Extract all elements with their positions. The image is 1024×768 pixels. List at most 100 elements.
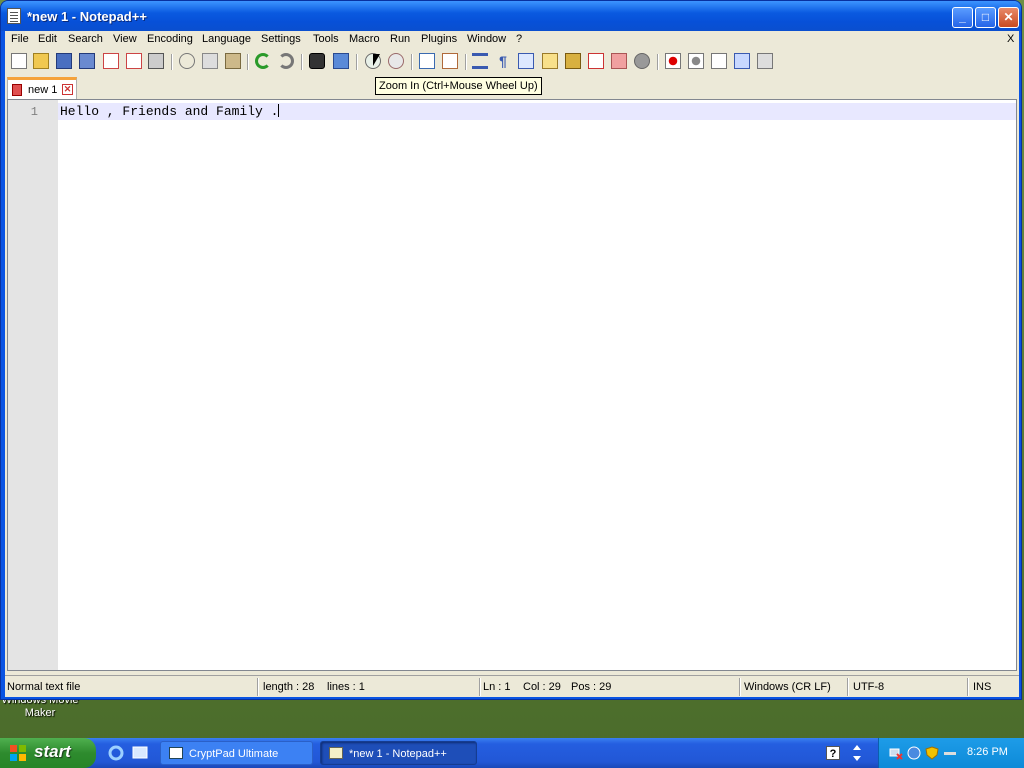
show-desktop-icon[interactable]	[132, 745, 148, 761]
zoom-out-icon[interactable]	[388, 53, 404, 69]
record-macro-icon[interactable]	[665, 53, 681, 69]
menu-tools[interactable]: Tools	[313, 33, 339, 45]
restore-arrows-icon[interactable]	[852, 744, 862, 762]
paste-icon[interactable]	[225, 53, 241, 69]
notepad-app-icon	[329, 747, 343, 759]
status-separator	[257, 678, 259, 696]
notepad-app-icon[interactable]	[7, 8, 21, 24]
menu-language[interactable]: Language	[202, 33, 251, 45]
status-length: length : 28	[263, 681, 315, 693]
minimize-button[interactable]: _	[952, 7, 973, 28]
toolbar-separator	[171, 54, 173, 70]
user-defined-dialog-icon[interactable]	[542, 53, 558, 69]
window-title: *new 1 - Notepad++	[27, 9, 147, 24]
function-list-icon[interactable]	[588, 53, 604, 69]
notepad-window: *new 1 - Notepad++ _ □ ✕ File Edit Searc…	[0, 0, 1022, 700]
tab-close-icon[interactable]: ✕	[62, 84, 73, 95]
redo-icon[interactable]	[278, 53, 294, 69]
system-tray: 8:26 PM	[878, 738, 1024, 768]
network-icon[interactable]	[889, 746, 903, 760]
line-number: 1	[30, 105, 38, 119]
save-macro-icon[interactable]	[757, 53, 773, 69]
tab-new-1[interactable]: new 1 ✕	[7, 77, 77, 99]
editor-text[interactable]: Hello , Friends and Family .	[60, 104, 278, 119]
show-all-characters-icon[interactable]: ¶	[495, 53, 511, 69]
menu-edit[interactable]: Edit	[38, 33, 57, 45]
status-lines: lines : 1	[327, 681, 365, 693]
text-editor[interactable]: 1 Hello , Friends and Family .	[7, 99, 1017, 671]
menu-view[interactable]: View	[113, 33, 137, 45]
mouse-pointer	[373, 54, 384, 66]
menu-bar: File Edit Search View Encoding Language …	[5, 31, 1019, 49]
copy-icon[interactable]	[202, 53, 218, 69]
menu-file[interactable]: File	[11, 33, 29, 45]
cut-icon[interactable]	[179, 53, 195, 69]
status-file-type: Normal text file	[7, 681, 81, 693]
status-column: Col : 29	[523, 681, 561, 693]
save-all-icon[interactable]	[79, 53, 95, 69]
new-file-icon[interactable]	[11, 53, 27, 69]
print-icon[interactable]	[148, 53, 164, 69]
folder-as-workspace-icon[interactable]	[611, 53, 627, 69]
line-number-gutter: 1	[8, 100, 58, 670]
mdi-close-button[interactable]: X	[1007, 33, 1014, 45]
close-file-icon[interactable]	[103, 53, 119, 69]
toolbar-separator	[247, 54, 249, 70]
start-button[interactable]: start	[0, 738, 96, 768]
find-icon[interactable]	[309, 53, 325, 69]
status-eol-format: Windows (CR LF)	[744, 681, 831, 693]
menu-help[interactable]: ?	[516, 33, 522, 45]
undo-icon[interactable]	[255, 53, 271, 69]
taskbar-item-notepad[interactable]: *new 1 - Notepad++	[320, 741, 477, 765]
status-insert-mode: INS	[973, 681, 992, 693]
menu-plugins[interactable]: Plugins	[421, 33, 457, 45]
menu-search[interactable]: Search	[68, 33, 103, 45]
status-bar: Normal text file length : 28 lines : 1 L…	[5, 675, 1019, 698]
client-area: File Edit Search View Encoding Language …	[5, 31, 1019, 697]
taskbar-item-label: *new 1 - Notepad++	[349, 748, 447, 760]
taskbar: start CryptPad Ultimate *new 1 - Notepad…	[0, 738, 1024, 768]
toolbar-separator	[657, 54, 659, 70]
status-separator	[479, 678, 481, 696]
status-position: Pos : 29	[571, 681, 612, 693]
toolbar-separator	[465, 54, 467, 70]
close-all-icon[interactable]	[126, 53, 142, 69]
safely-remove-hardware-icon[interactable]	[943, 746, 957, 760]
open-file-icon[interactable]	[33, 53, 49, 69]
title-bar[interactable]: *new 1 - Notepad++ _ □ ✕	[1, 1, 1021, 31]
help-icon[interactable]: ?	[826, 746, 840, 760]
status-line: Ln : 1	[483, 681, 511, 693]
menu-encoding[interactable]: Encoding	[147, 33, 193, 45]
monitoring-icon[interactable]	[634, 53, 650, 69]
tab-label: new 1	[28, 84, 58, 96]
close-window-button[interactable]: ✕	[998, 7, 1019, 28]
document-map-icon[interactable]	[565, 53, 581, 69]
word-wrap-icon[interactable]	[472, 53, 488, 69]
save-icon[interactable]	[56, 53, 72, 69]
sync-vertical-icon[interactable]	[419, 53, 435, 69]
internet-explorer-icon[interactable]	[108, 745, 124, 761]
windows-logo-icon	[10, 745, 26, 761]
editor-text-line[interactable]: Hello , Friends and Family .	[60, 104, 280, 119]
menu-settings[interactable]: Settings	[261, 33, 301, 45]
menu-run[interactable]: Run	[390, 33, 410, 45]
menu-macro[interactable]: Macro	[349, 33, 380, 45]
start-label: start	[34, 742, 71, 761]
stop-recording-icon[interactable]	[688, 53, 704, 69]
sync-horizontal-icon[interactable]	[442, 53, 458, 69]
shield-icon[interactable]	[925, 746, 939, 760]
run-macro-multiple-icon[interactable]	[734, 53, 750, 69]
indent-guide-icon[interactable]	[518, 53, 534, 69]
security-center-icon[interactable]	[907, 746, 921, 760]
menu-window[interactable]: Window	[467, 33, 506, 45]
clock[interactable]: 8:26 PM	[967, 746, 1008, 758]
playback-macro-icon[interactable]	[711, 53, 727, 69]
taskbar-item-cryptpad[interactable]: CryptPad Ultimate	[160, 741, 313, 765]
replace-icon[interactable]	[333, 53, 349, 69]
text-caret	[278, 104, 280, 117]
maximize-button[interactable]: □	[975, 7, 996, 28]
status-encoding: UTF-8	[853, 681, 885, 693]
toolbar-separator	[301, 54, 303, 70]
unsaved-file-icon	[12, 84, 22, 96]
toolbar-separator	[356, 54, 358, 70]
